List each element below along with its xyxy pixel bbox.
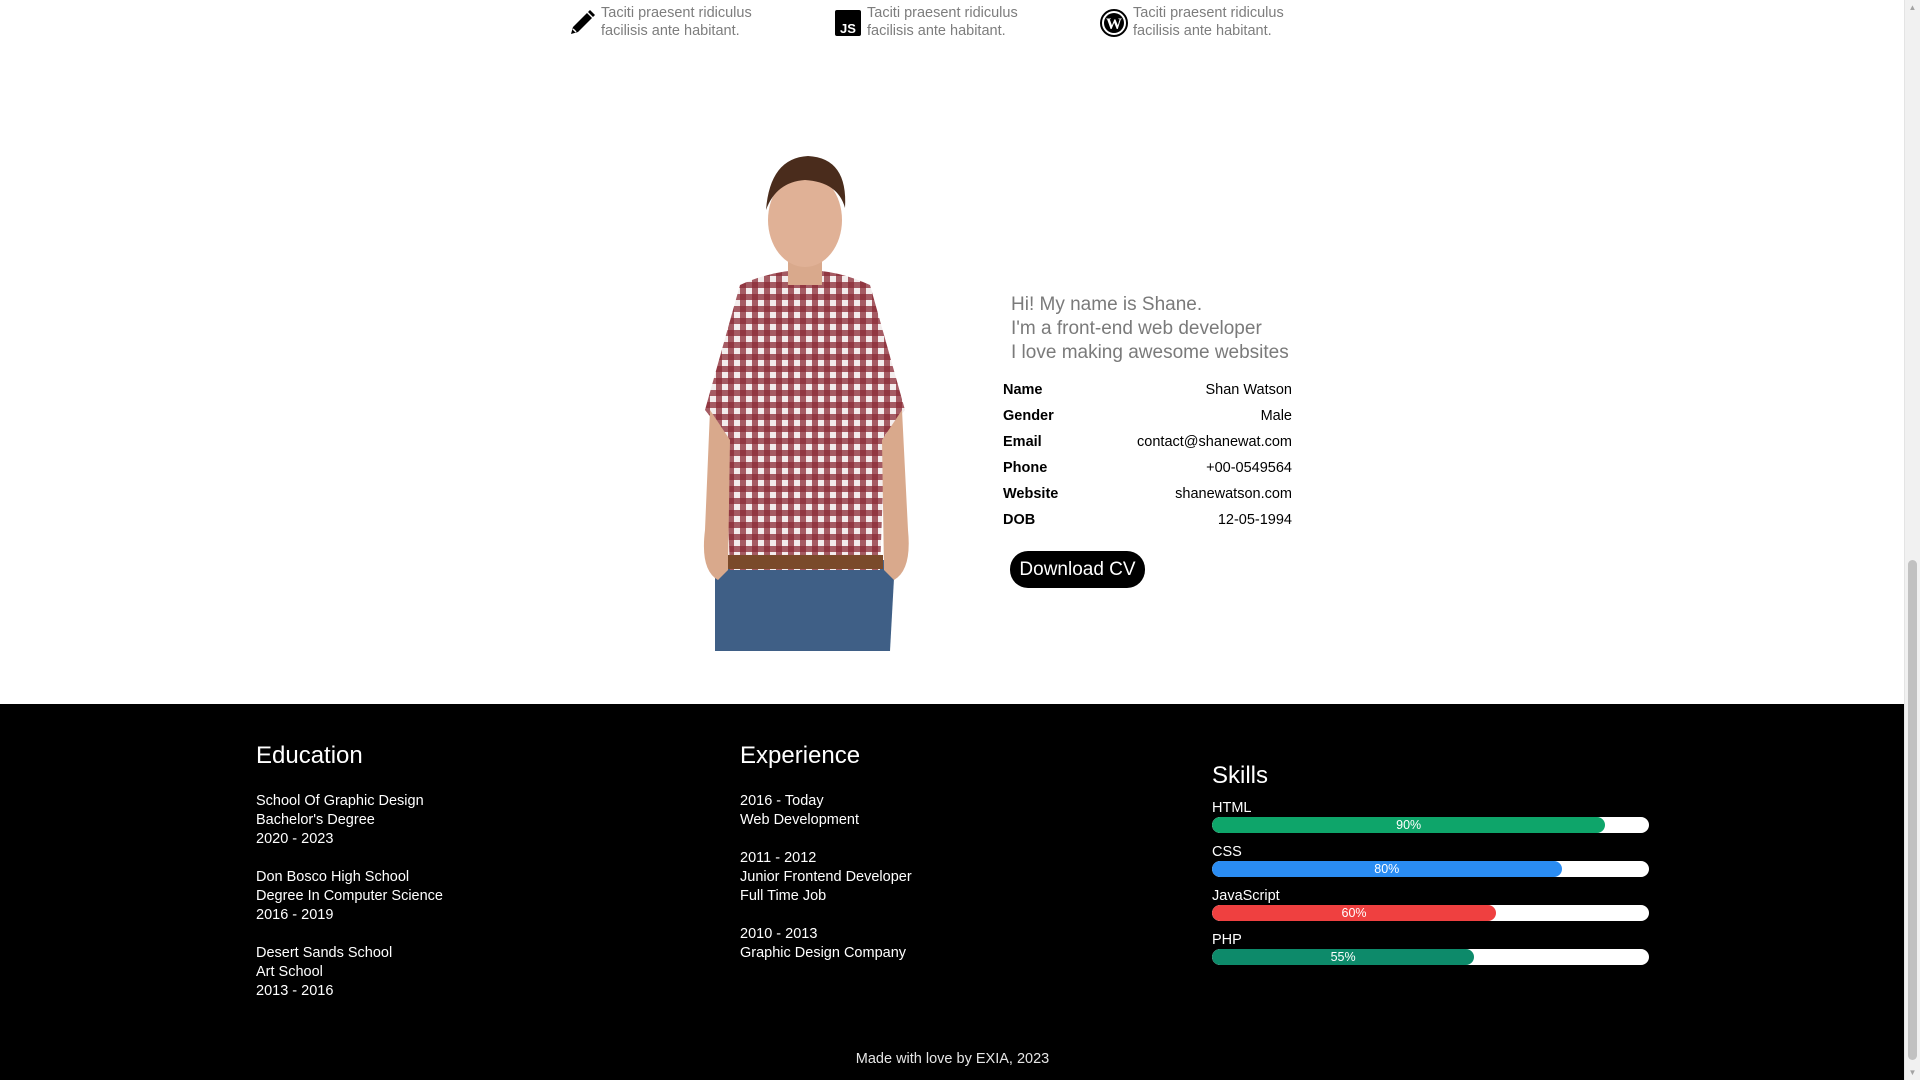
experience-entry: 2010 - 2013 Graphic Design Company (740, 925, 912, 963)
entry-line: 2011 - 2012 (740, 850, 817, 866)
entry-line: Art School (256, 964, 323, 980)
resume-section: Education School Of Graphic Design Bache… (0, 704, 1905, 1080)
experience-column: Experience 2016 - Today Web Development … (740, 742, 912, 982)
info-label: Name (1003, 382, 1043, 398)
experience-entry: 2011 - 2012 Junior Frontend Developer Fu… (740, 849, 912, 906)
info-value: contact@shanewat.com (1137, 434, 1292, 450)
info-label: Website (1003, 486, 1059, 502)
intro-text: Hi! My name is Shane. I'm a front-end we… (1011, 293, 1289, 365)
info-row-website: Website shanewatson.com (1003, 483, 1292, 509)
skill-bar-fill: 80% (1212, 861, 1562, 877)
skill-bar-fill: 55% (1212, 949, 1475, 965)
skill-name: CSS (1212, 844, 1242, 860)
page: Taciti praesent ridiculus facilisis ante… (0, 0, 1905, 1080)
entry-line: Bachelor's Degree (256, 812, 375, 828)
info-label: DOB (1003, 512, 1036, 528)
info-value: shanewatson.com (1175, 486, 1292, 502)
page-scrollbar[interactable]: ▲ ▼ (1904, 0, 1920, 1080)
skill-bar-fill: 90% (1212, 817, 1606, 833)
skill-bar: 55% (1212, 949, 1649, 965)
skills-column: Skills HTML 90% CSS 80% JavaScript 60% P… (1212, 762, 1649, 976)
skill-name: JavaScript (1212, 888, 1280, 904)
info-row-gender: Gender Male (1003, 405, 1292, 431)
skill-bar: 60% (1212, 905, 1649, 921)
wordpress-icon: W (1097, 6, 1131, 40)
entry-line: 2010 - 2013 (740, 926, 818, 942)
skill-item: CSS 80% (1212, 844, 1649, 877)
entry-line: 2020 - 2023 (256, 831, 334, 847)
info-label: Phone (1003, 460, 1048, 476)
info-label: Gender (1003, 408, 1054, 424)
entry-line: Junior Frontend Developer (740, 869, 912, 885)
skill-bar-fill: 60% (1212, 905, 1497, 921)
skill-item: PHP 55% (1212, 932, 1649, 965)
info-value: +00-0549564 (1206, 460, 1292, 476)
service-description: Taciti praesent ridiculus facilisis ante… (867, 5, 1018, 39)
scroll-down-arrow-icon[interactable]: ▼ (1905, 1065, 1920, 1080)
entry-line: 2013 - 2016 (256, 983, 334, 999)
entry-line: Desert Sands School (256, 945, 393, 961)
entry-line: 2016 - Today (740, 793, 824, 809)
entry-line: Degree In Computer Science (256, 888, 443, 904)
javascript-icon: JS (831, 6, 865, 40)
svg-text:JS: JS (840, 21, 856, 36)
info-row-dob: DOB 12-05-1994 (1003, 509, 1292, 535)
info-value: Shan Watson (1205, 382, 1292, 398)
experience-entry: 2016 - Today Web Development (740, 792, 912, 830)
service-item: JS Taciti praesent ridiculus facilisis a… (831, 4, 1097, 40)
education-column: Education School Of Graphic Design Bache… (256, 742, 443, 1020)
service-description: Taciti praesent ridiculus facilisis ante… (1133, 5, 1284, 39)
skills-title: Skills (1212, 762, 1269, 789)
service-description: Taciti praesent ridiculus facilisis ante… (601, 5, 752, 39)
download-cv-button[interactable]: Download CV (1010, 551, 1145, 588)
intro-line: I'm a front-end web developer (1011, 318, 1262, 339)
experience-title: Experience (740, 742, 861, 769)
entry-line: Web Development (740, 812, 860, 828)
footer-credit: Made with love by EXIA, 2023 (855, 1051, 1050, 1067)
entry-line: School Of Graphic Design (256, 793, 424, 809)
entry-line: Full Time Job (740, 888, 827, 904)
education-entry: School Of Graphic Design Bachelor's Degr… (256, 792, 443, 849)
info-label: Email (1003, 434, 1042, 450)
intro-line: Hi! My name is Shane. (1011, 294, 1203, 315)
service-item: Taciti praesent ridiculus facilisis ante… (565, 4, 831, 40)
info-row-email: Email contact@shanewat.com (1003, 431, 1292, 457)
profile-photo (703, 156, 909, 651)
services-row: Taciti praesent ridiculus facilisis ante… (565, 4, 1363, 40)
pencil-icon (565, 6, 599, 40)
service-item: W Taciti praesent ridiculus facilisis an… (1097, 4, 1363, 40)
scrollbar-thumb[interactable] (1908, 560, 1917, 1060)
info-row-phone: Phone +00-0549564 (1003, 457, 1292, 483)
svg-text:W: W (1106, 16, 1122, 33)
skill-item: JavaScript 60% (1212, 888, 1649, 921)
info-row-name: Name Shan Watson (1003, 379, 1292, 405)
skill-name: HTML (1212, 800, 1252, 816)
info-value: 12-05-1994 (1217, 512, 1292, 528)
entry-line: Graphic Design Company (740, 945, 907, 961)
personal-info: Name Shan Watson Gender Male Email conta… (1003, 379, 1292, 535)
skill-item: HTML 90% (1212, 800, 1649, 833)
education-entry: Desert Sands School Art School 2013 - 20… (256, 944, 443, 1001)
scroll-up-arrow-icon[interactable]: ▲ (1905, 0, 1920, 15)
education-entry: Don Bosco High School Degree In Computer… (256, 868, 443, 925)
intro-line: I love making awesome websites (1011, 342, 1289, 363)
skill-bar: 90% (1212, 817, 1649, 833)
entry-line: Don Bosco High School (256, 869, 410, 885)
entry-line: 2016 - 2019 (256, 907, 334, 923)
education-title: Education (256, 742, 363, 769)
info-value: Male (1260, 408, 1292, 424)
skill-name: PHP (1212, 932, 1242, 948)
skill-bar: 80% (1212, 861, 1649, 877)
